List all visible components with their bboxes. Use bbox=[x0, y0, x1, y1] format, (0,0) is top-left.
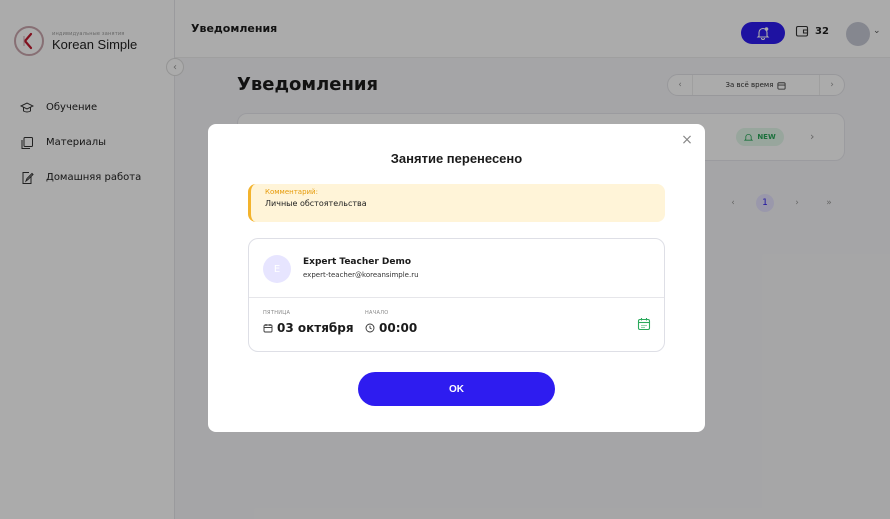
comment-box: Комментарий: Личные обстоятельства bbox=[248, 184, 665, 222]
lesson-date-value: 03 октября bbox=[277, 321, 354, 335]
modal-title: Занятие перенесено bbox=[390, 151, 523, 166]
teacher-email: expert-teacher@koreansimple.ru bbox=[303, 271, 419, 279]
add-to-calendar-icon[interactable] bbox=[637, 317, 651, 331]
card-divider bbox=[249, 297, 664, 298]
lesson-time: 00:00 bbox=[365, 321, 417, 335]
teacher-avatar: E bbox=[263, 255, 291, 283]
ok-button[interactable]: OK bbox=[358, 372, 555, 406]
clock-icon bbox=[365, 323, 375, 333]
lesson-time-value: 00:00 bbox=[379, 321, 418, 335]
lesson-date: 03 октября bbox=[263, 321, 354, 335]
comment-label: Комментарий: bbox=[265, 188, 318, 196]
day-label: ПЯТНИЦА bbox=[263, 310, 291, 316]
teacher-name: Expert Teacher Demo bbox=[303, 257, 412, 267]
close-icon[interactable]: × bbox=[679, 132, 695, 148]
start-label: НАЧАЛО bbox=[365, 310, 389, 316]
reschedule-modal: × Занятие перенесено Комментарий: Личные… bbox=[208, 124, 705, 432]
comment-text: Личные обстоятельства bbox=[265, 199, 367, 208]
lesson-card: E Expert Teacher Demo expert-teacher@kor… bbox=[248, 238, 665, 352]
app-root: индивидуальные занятия Korean Simple Обу… bbox=[0, 0, 890, 519]
calendar-icon bbox=[263, 324, 273, 333]
